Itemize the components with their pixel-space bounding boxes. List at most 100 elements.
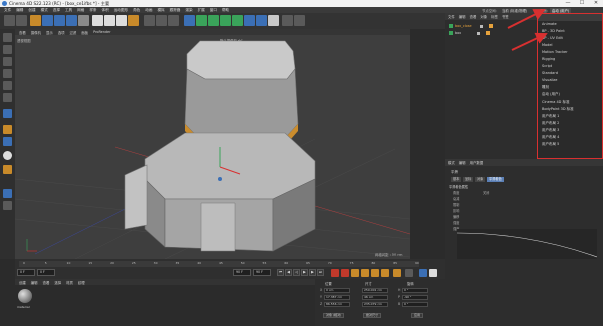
menu-character[interactable]: 角色: [133, 8, 140, 13]
menu-spline[interactable]: 样条: [89, 8, 96, 13]
visibility-dot-icon[interactable]: [479, 24, 483, 28]
menu-file[interactable]: 文件: [4, 8, 11, 13]
timeline-ruler[interactable]: 0 5 10 15 20 25 30 35 40 45 50 55 60 65 70 75 80 85 90: [19, 261, 419, 267]
layout-item-user-1[interactable]: 用户布局 1: [542, 114, 559, 119]
floor-icon[interactable]: [244, 15, 255, 26]
attr-row-off[interactable]: 关闭: [483, 190, 489, 195]
record-icon[interactable]: [331, 269, 339, 277]
prev-key-icon[interactable]: ◀: [285, 269, 292, 276]
position-x-field[interactable]: 0 cm: [324, 288, 350, 293]
goto-start-icon[interactable]: ⏮: [277, 269, 284, 276]
model-mode-icon[interactable]: [3, 109, 12, 118]
object-row-box[interactable]: box: [449, 30, 535, 36]
tab-basic[interactable]: 基本: [451, 177, 462, 182]
menu-window[interactable]: 窗口: [210, 8, 217, 13]
layout-item-user-2[interactable]: 用户布局 2: [542, 121, 559, 126]
rotate-icon[interactable]: [66, 15, 77, 26]
keyframe-selection-icon[interactable]: [351, 269, 359, 277]
subdivision-icon[interactable]: [208, 15, 219, 26]
select-icon[interactable]: [30, 15, 41, 26]
layout-item-standard[interactable]: Standard: [542, 71, 558, 75]
z-axis-icon[interactable]: [116, 15, 127, 26]
camera-icon[interactable]: [256, 15, 267, 26]
om-menu-bookmarks[interactable]: 书签: [502, 14, 509, 19]
workplane-icon[interactable]: [3, 165, 12, 174]
minimize-button[interactable]: —: [561, 0, 575, 7]
render-settings-icon[interactable]: [168, 15, 179, 26]
scale-key-icon[interactable]: [381, 269, 389, 277]
close-button[interactable]: ✕: [589, 0, 603, 7]
smoothing-tag-icon[interactable]: [488, 24, 493, 28]
position-key-icon[interactable]: [361, 269, 369, 277]
y-axis-icon[interactable]: [104, 15, 115, 26]
menu-edit[interactable]: 编辑: [16, 8, 23, 13]
play-icon[interactable]: ▶: [301, 269, 308, 276]
timeline-layout-icon[interactable]: [429, 269, 437, 277]
pen-icon[interactable]: [196, 15, 207, 26]
layout-item-startup-user[interactable]: 启动 (用户): [542, 92, 560, 97]
menu-extensions[interactable]: 扩展: [198, 8, 205, 13]
end-frame-field-2[interactable]: 90 F: [253, 269, 271, 276]
menu-volume[interactable]: 体积: [102, 8, 109, 13]
layout-item-bp-3d-paint[interactable]: BP - 3D Paint: [542, 29, 565, 33]
texture-mode-icon[interactable]: [3, 45, 12, 54]
menu-mode[interactable]: 模式: [41, 8, 48, 13]
menu-mesh[interactable]: 网格: [77, 8, 84, 13]
soft-selection-icon[interactable]: [3, 189, 12, 198]
mat-menu-select[interactable]: 选择: [54, 280, 61, 285]
recent-tool-icon[interactable]: [78, 15, 89, 26]
cube-icon[interactable]: [184, 15, 195, 26]
light-icon[interactable]: [268, 15, 279, 26]
mat-menu-edit[interactable]: 编辑: [31, 280, 38, 285]
menu-create[interactable]: 创建: [28, 8, 35, 13]
points-mode-icon[interactable]: [3, 57, 12, 66]
layer-icon[interactable]: [3, 201, 12, 210]
maximize-button[interactable]: ☐: [575, 0, 589, 7]
render-picture-viewer-icon[interactable]: [156, 15, 167, 26]
start-frame-field[interactable]: 0 F: [37, 269, 55, 276]
layout-item-visualize[interactable]: Visualize: [542, 78, 557, 82]
smoothing-tag-icon[interactable]: [486, 31, 491, 35]
rotation-p-field[interactable]: -90 °: [402, 295, 428, 300]
snap-toggle-icon[interactable]: [3, 151, 12, 160]
size-mode-dropdown[interactable]: 绝对尺寸: [363, 313, 382, 318]
goto-end-icon[interactable]: ⏭: [317, 269, 324, 276]
display-mode-icon[interactable]: [282, 15, 293, 26]
cloner-icon[interactable]: [220, 15, 231, 26]
layout-item-script[interactable]: Script: [542, 64, 552, 68]
rotation-h-field[interactable]: 0 °: [402, 288, 428, 293]
layout-item-sculpt[interactable]: 雕刻: [542, 85, 549, 90]
object-name[interactable]: box: [455, 31, 461, 35]
move-icon[interactable]: [42, 15, 53, 26]
apply-button[interactable]: 应用: [411, 313, 424, 318]
enable-axis-icon[interactable]: [3, 125, 12, 134]
attr-menu-userdata[interactable]: 用户数据: [470, 160, 484, 165]
scale-icon[interactable]: [54, 15, 65, 26]
attr-menu-mode[interactable]: 模式: [448, 160, 455, 165]
rotation-b-field[interactable]: 0 °: [402, 302, 428, 307]
layout-item-motion-tracker[interactable]: Motion Tracker: [542, 50, 568, 54]
layout-item-animate[interactable]: Animate: [542, 22, 557, 26]
visibility-dot-icon[interactable]: [477, 31, 481, 35]
deformer-icon[interactable]: [232, 15, 243, 26]
layout-item-user-5[interactable]: 用户布局 5: [542, 142, 559, 147]
tab-coords[interactable]: 坐标: [463, 177, 474, 182]
object-name[interactable]: box_close: [455, 24, 472, 28]
om-menu-objects[interactable]: 对象: [480, 14, 487, 19]
timeline-window-icon[interactable]: [419, 269, 427, 277]
rotation-key-icon[interactable]: [371, 269, 379, 277]
menu-tools[interactable]: 工具: [65, 8, 72, 13]
menu-select[interactable]: 选择: [53, 8, 60, 13]
menu-tracker[interactable]: 跟踪器: [170, 8, 181, 13]
current-frame-field[interactable]: 0 F: [17, 269, 35, 276]
autokey-icon[interactable]: [341, 269, 349, 277]
coordinate-system-icon[interactable]: [128, 15, 139, 26]
undo-icon[interactable]: [4, 15, 15, 26]
om-menu-file[interactable]: 文件: [448, 14, 455, 19]
tweak-mode-icon[interactable]: [3, 137, 12, 146]
viewport[interactable]: 查看 摄像机 显示 选项 过滤 面板 ProRender 透视视图 默认摄像机 …: [15, 29, 410, 259]
layout-item-c4d-standard[interactable]: Cinema 4D 标准: [542, 100, 570, 105]
menu-help[interactable]: 帮助: [222, 8, 229, 13]
menu-mograph[interactable]: 运动图形: [114, 8, 128, 13]
position-z-field[interactable]: 86.556 cm: [324, 302, 350, 307]
